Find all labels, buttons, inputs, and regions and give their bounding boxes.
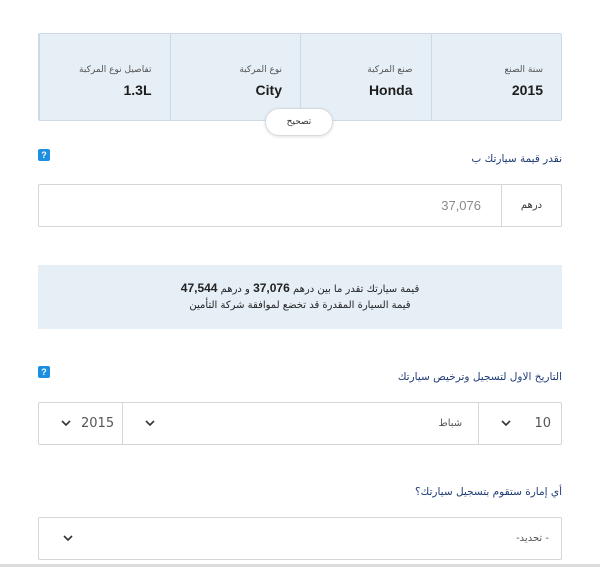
range-mid: و درهم <box>220 284 250 295</box>
help-icon[interactable]: ? <box>38 149 50 161</box>
model-value: City <box>255 82 282 98</box>
trim-label: تفاصيل نوع المركبة <box>79 65 152 75</box>
day-select-value: 10 <box>534 416 551 431</box>
month-select[interactable]: شباط <box>123 403 480 444</box>
year-label: سنة الصنع <box>504 65 544 75</box>
value-range-info: قيمة سيارتك تقدر ما بين درهم 37,076 و در… <box>38 265 562 329</box>
emirate-question: أي إمارة ستقوم بتسجيل سيارتك؟ <box>415 486 562 498</box>
month-select-value: شباط <box>438 418 463 429</box>
trim-value: 1.3L <box>123 82 152 98</box>
range-min: 37,076 <box>253 281 290 295</box>
year-select[interactable]: 2015 <box>39 403 123 444</box>
estimate-question: نقدر قيمة سيارتك ب <box>471 153 562 165</box>
edit-vehicle-button[interactable]: تصحيح <box>265 108 333 136</box>
chevron-down-icon <box>63 535 73 542</box>
chevron-down-icon <box>61 420 71 427</box>
year-value: 2015 <box>511 82 543 98</box>
range-max: 47,544 <box>180 281 218 295</box>
car-value-field[interactable]: 37,076 درهم <box>38 184 562 227</box>
currency-unit: درهم <box>501 185 561 226</box>
emirate-select[interactable]: -تحديد - <box>38 517 562 560</box>
range-disclaimer: قيمة السيارة المقدرة قد تخضع لموافقة شرك… <box>189 300 411 311</box>
year-select-value: 2015 <box>81 416 115 431</box>
registration-date-selects: 2015 شباط 10 <box>38 402 562 445</box>
range-line: قيمة سيارتك تقدر ما بين درهم 37,076 و در… <box>38 280 562 298</box>
car-value-input[interactable]: 37,076 <box>441 185 481 226</box>
help-icon[interactable]: ? <box>38 366 50 378</box>
make-value: Honda <box>368 82 413 98</box>
registration-question: التاريخ الاول لتسجيل وترخيص سيارتك <box>397 371 562 383</box>
make-label: صنع المركبة <box>367 65 413 75</box>
range-prefix: قيمة سيارتك تقدر ما بين درهم <box>292 284 420 295</box>
chevron-down-icon <box>501 420 511 427</box>
day-select[interactable]: 10 <box>479 403 561 444</box>
emirate-select-value: -تحديد - <box>516 533 549 544</box>
chevron-down-icon <box>145 420 155 427</box>
summary-trim: تفاصيل نوع المركبة 1.3L <box>39 34 170 120</box>
model-label: نوع المركبة <box>239 65 282 75</box>
summary-year: سنة الصنع 2015 <box>430 34 562 120</box>
